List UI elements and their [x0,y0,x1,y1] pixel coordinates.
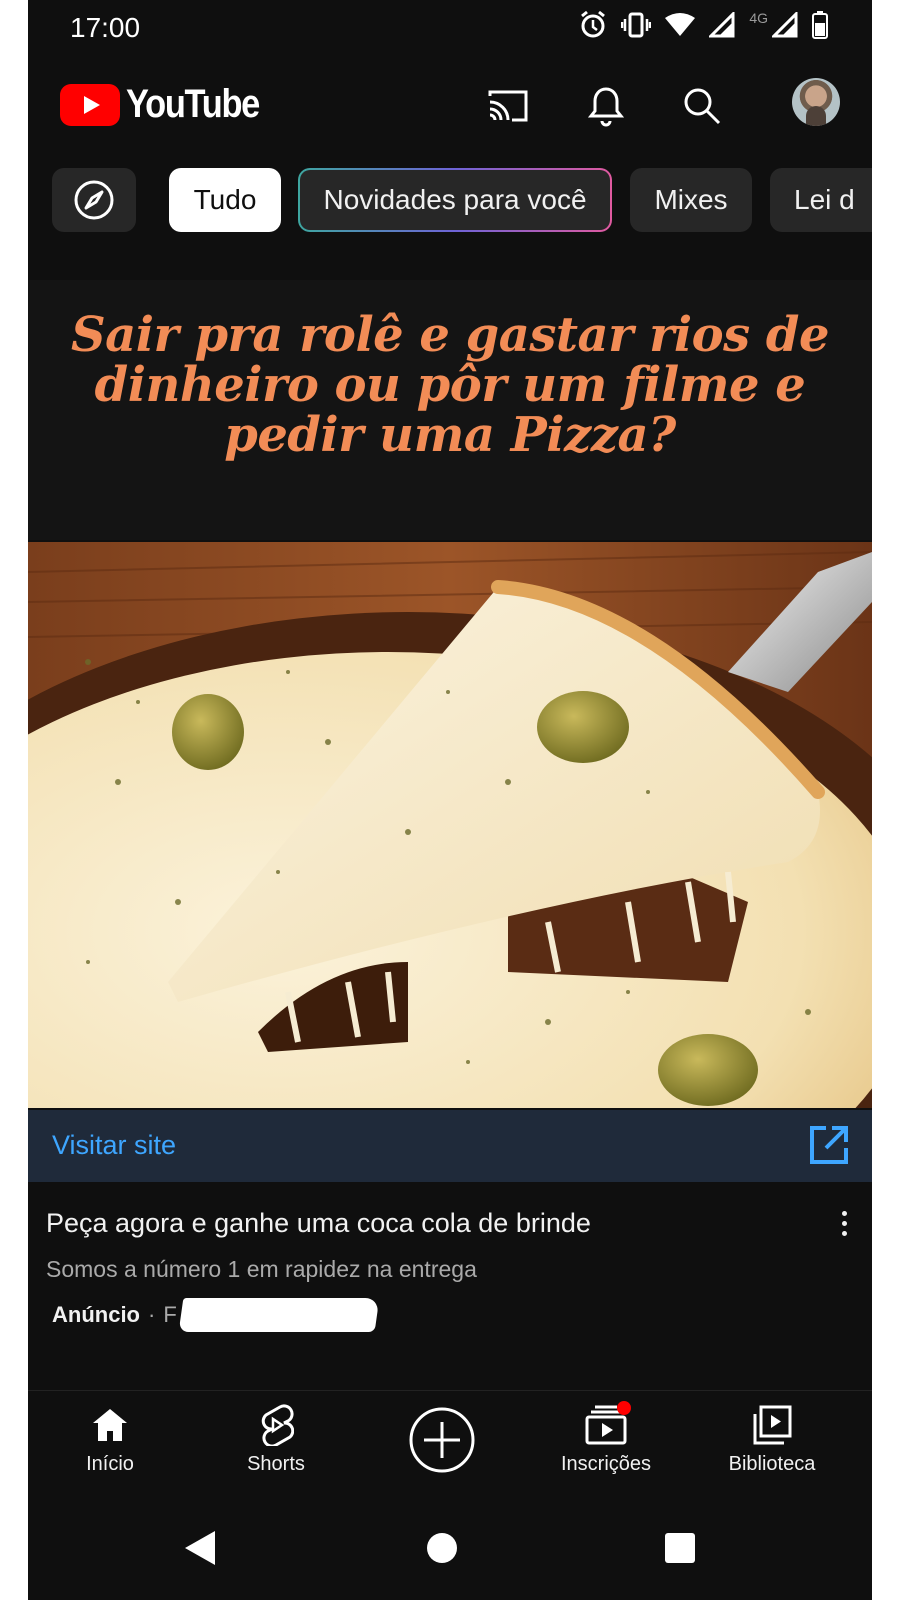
meta-separator: · [148,1302,156,1327]
back-icon[interactable] [170,1518,230,1578]
create-plus-icon [408,1405,476,1475]
ad-badge: Anúncio [52,1302,140,1327]
home-icon [91,1401,129,1449]
nav-label: Biblioteca [728,1453,816,1475]
nav-shorts[interactable]: Shorts [206,1401,346,1476]
ad-meta: Anúncio · F [52,1298,380,1332]
chip-label: Lei d [794,184,855,215]
ad-creative-headline[interactable]: Sair pra rolê e gastar rios de dinheiro … [28,280,872,540]
signal-icon [772,12,798,38]
nav-subscriptions[interactable]: Inscrições [536,1401,676,1476]
nav-label: Inscrições [560,1453,652,1475]
subscriptions-icon [585,1401,631,1449]
visit-site-label: Visitar site [52,1130,177,1160]
wifi-icon [665,13,696,37]
chip-novidades[interactable]: Novidades para você [298,168,612,232]
system-navigation [28,1500,872,1600]
ad-advertiser: F [163,1302,177,1327]
app-name: YouTube [126,82,260,126]
alarm-icon [579,10,607,40]
redacted-area [178,1298,380,1332]
filter-chips: Tudo Novidades para você Mixes Lei d [52,168,872,234]
chip-label: Mixes [654,184,728,215]
recents-square-icon[interactable] [650,1518,710,1578]
nav-library[interactable]: Biblioteca [702,1401,842,1476]
cast-icon[interactable] [484,82,532,130]
vibrate-icon [621,12,652,38]
compass-icon [74,180,114,220]
ad-description: Somos a número 1 em rapidez na entrega [46,1256,477,1282]
status-time: 17:00 [70,12,141,43]
search-icon[interactable] [678,82,726,130]
status-icons: 4G [579,10,828,40]
external-link-icon [808,1124,850,1171]
youtube-logo[interactable]: YouTube [60,82,281,127]
more-options-icon[interactable] [834,1208,854,1244]
chip-tudo[interactable]: Tudo [169,168,281,232]
app-header: YouTube [28,60,872,150]
status-bar: 17:00 4G [28,0,872,56]
nav-label: Shorts [247,1453,305,1475]
notification-dot [617,1401,631,1415]
chip-label: Novidades para você [323,184,587,215]
bottom-navigation: Início Shorts Inscrições Biblioteca [28,1390,872,1501]
chip-mixes[interactable]: Mixes [630,168,752,232]
nav-home[interactable]: Início [40,1401,180,1476]
avatar[interactable] [792,78,840,126]
home-circle-icon[interactable] [412,1518,472,1578]
explore-chip[interactable] [52,168,136,232]
chip-lei[interactable]: Lei d [770,168,872,232]
signal-icon [709,12,735,38]
network-type: 4G [749,10,768,26]
shorts-icon [258,1401,294,1449]
ad-headline: Sair pra rolê e gastar rios de dinheiro … [70,307,830,463]
library-icon [752,1401,792,1449]
bell-icon[interactable] [582,82,630,130]
chip-label: Tudo [193,184,257,215]
phone-screen: 17:00 4G YouTube Tudo Novidades para voc… [28,0,872,1600]
nav-create[interactable] [372,1405,512,1475]
visit-site-button[interactable]: Visitar site [28,1110,872,1182]
ad-pizza-image[interactable] [28,542,872,1108]
youtube-play-logo-icon [60,83,120,126]
nav-label: Início [86,1453,134,1475]
battery-icon [812,11,828,39]
ad-title[interactable]: Peça agora e ganhe uma coca cola de brin… [46,1208,591,1239]
